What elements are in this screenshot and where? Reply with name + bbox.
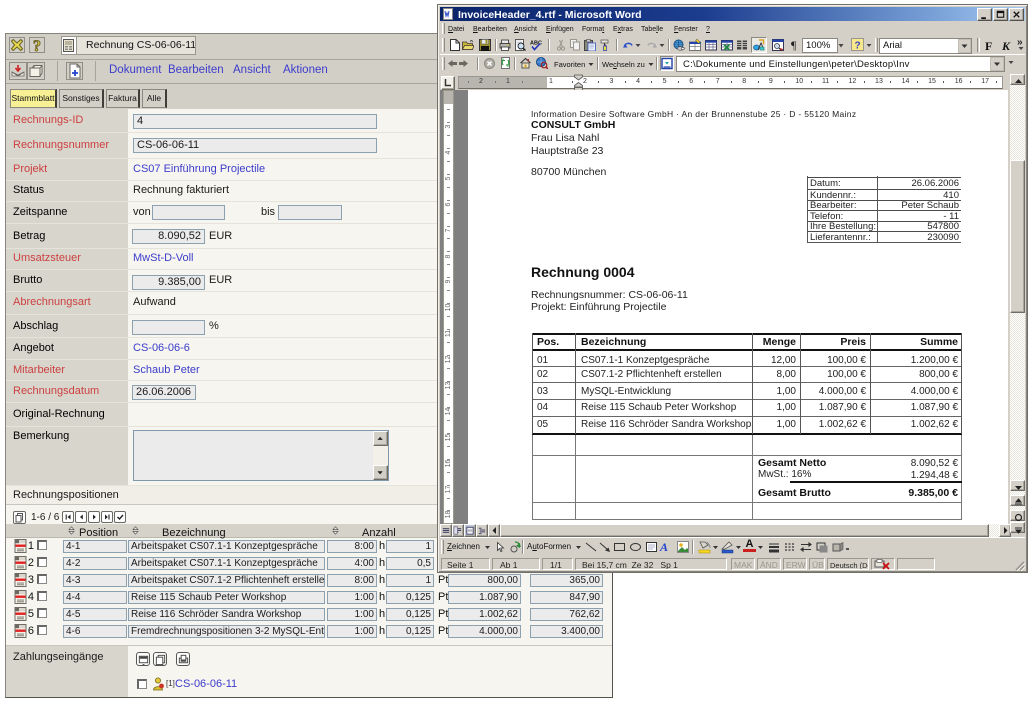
svg-text:?: ? [33, 38, 41, 53]
svg-text:¶: ¶ [791, 38, 797, 51]
svg-text:?: ? [855, 41, 861, 52]
svg-text:ABC: ABC [530, 41, 542, 47]
